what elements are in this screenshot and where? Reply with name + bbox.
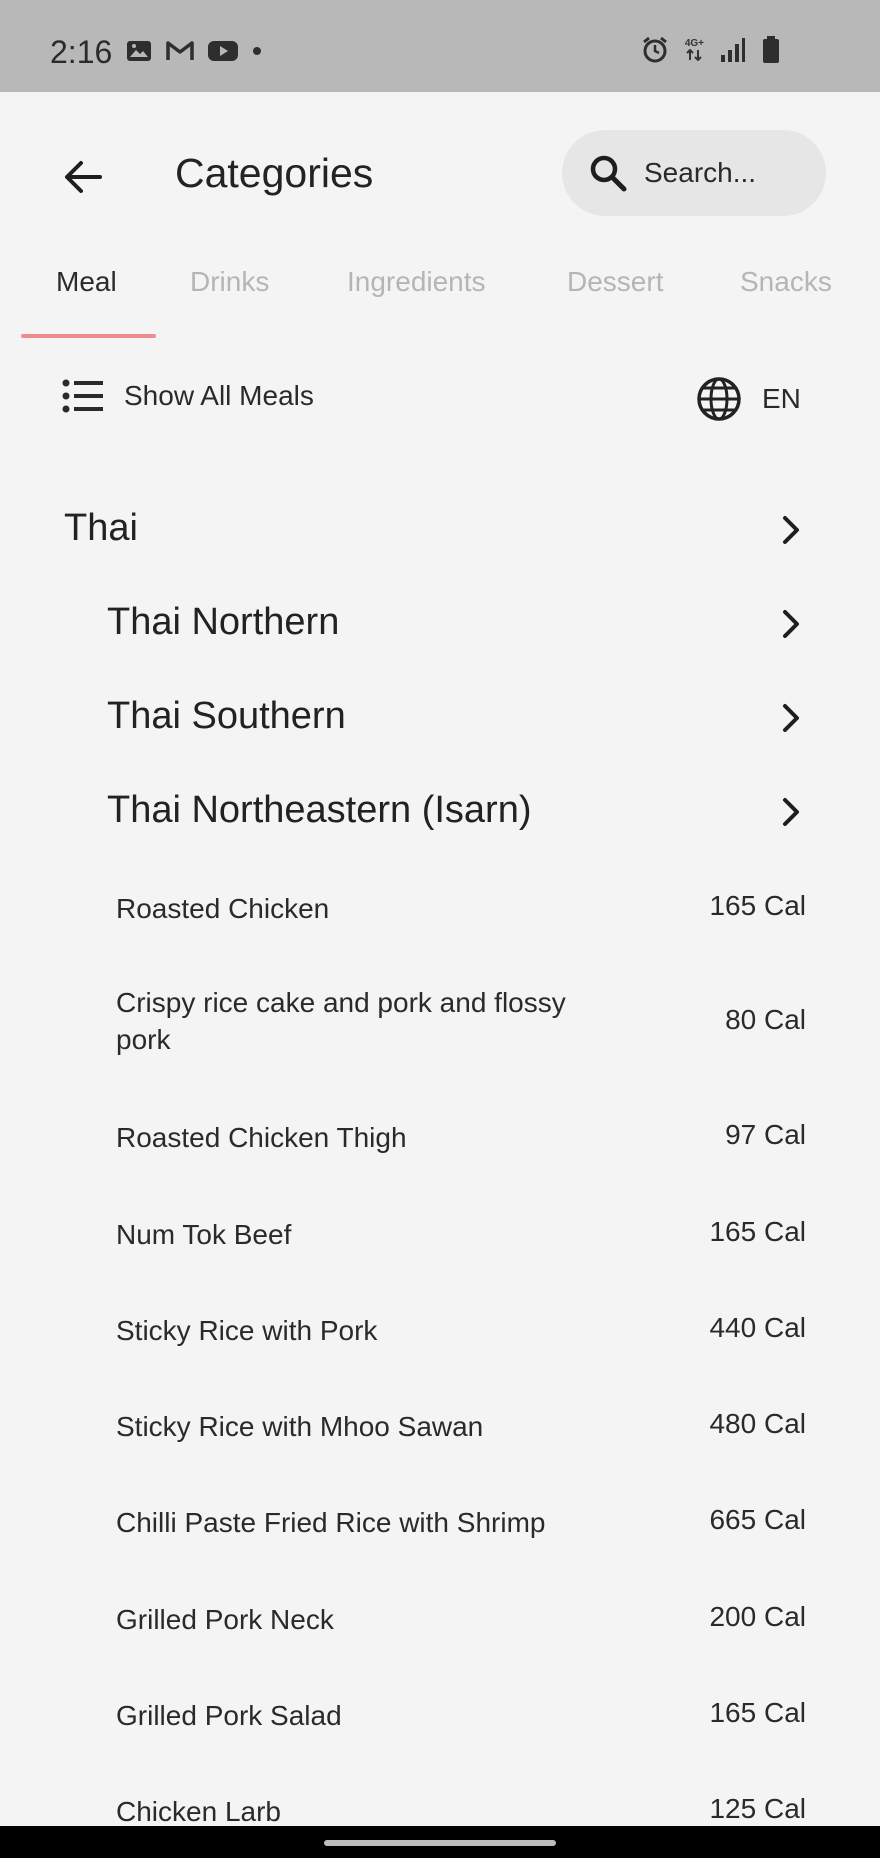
search-icon (590, 155, 627, 192)
subcategory-label: Thai Northern (107, 601, 340, 643)
tab-drinks[interactable]: Drinks (190, 266, 269, 298)
status-bar: 2:16 4G+ (0, 0, 880, 92)
youtube-icon (208, 41, 238, 61)
page-title: Categories (175, 150, 374, 196)
meal-calories: 480 Cal (709, 1408, 806, 1439)
meal-row[interactable]: Roasted Chicken Thigh 97 Cal (0, 1099, 880, 1179)
meal-calories: 165 Cal (709, 890, 806, 921)
dot-icon (253, 47, 261, 55)
app-bar: Categories (0, 92, 880, 254)
meal-name: Sticky Rice with Pork (116, 1315, 378, 1346)
meal-row[interactable]: Chilli Paste Fried Rice with Shrimp 665 … (0, 1484, 880, 1564)
category-row-thai[interactable]: Thai (0, 485, 880, 575)
meal-name: Num Tok Beef (116, 1219, 292, 1250)
status-right-icons: 4G+ (641, 36, 780, 64)
subcategory-row-thai-northeastern[interactable]: Thai Northeastern (Isarn) (0, 767, 880, 857)
chevron-right-icon (783, 704, 799, 732)
tab-ingredients[interactable]: Ingredients (347, 266, 486, 298)
signal-icon (721, 38, 745, 62)
navigation-bar (0, 1826, 880, 1858)
language-label: EN (762, 383, 801, 414)
meal-calories: 440 Cal (709, 1312, 806, 1343)
4g-plus-icon: 4G+ (685, 39, 704, 61)
chevron-right-icon (783, 610, 799, 638)
list-icon (62, 379, 103, 413)
search-bar[interactable] (562, 130, 826, 216)
meal-row[interactable]: Roasted Chicken 165 Cal (0, 870, 880, 950)
show-all-meals-button[interactable]: Show All Meals (62, 378, 314, 414)
subcategory-row-thai-northern[interactable]: Thai Northern (0, 579, 880, 669)
alarm-icon (642, 36, 667, 63)
tab-snacks[interactable]: Snacks (740, 266, 832, 298)
chevron-right-icon (783, 798, 799, 826)
meal-row[interactable]: Num Tok Beef 165 Cal (0, 1196, 880, 1276)
meal-row[interactable]: Chicken Larb 125 Cal (0, 1773, 880, 1826)
meal-name: Grilled Pork Neck (116, 1604, 334, 1635)
tab-dessert[interactable]: Dessert (567, 266, 663, 298)
filter-row: Show All Meals EN (0, 360, 880, 440)
arrow-left-icon (65, 161, 102, 193)
meal-row[interactable]: Grilled Pork Salad 165 Cal (0, 1677, 880, 1757)
category-tabs: Meal Drinks Ingredients Dessert Snacks (0, 254, 880, 338)
language-selector[interactable]: EN (696, 376, 801, 422)
meal-name: Sticky Rice with Mhoo Sawan (116, 1411, 484, 1442)
meal-calories: 125 Cal (709, 1793, 806, 1824)
subcategory-label: Thai Northeastern (Isarn) (107, 789, 532, 831)
home-indicator[interactable] (324, 1840, 556, 1846)
subcategory-row-thai-southern[interactable]: Thai Southern (0, 673, 880, 763)
gmail-icon (166, 41, 194, 60)
meal-calories: 97 Cal (725, 1119, 806, 1150)
meal-name: Roasted Chicken Thigh (116, 1122, 407, 1153)
meal-calories: 165 Cal (709, 1697, 806, 1728)
globe-icon (697, 377, 741, 421)
meal-calories: 200 Cal (709, 1601, 806, 1632)
image-icon (127, 41, 151, 61)
back-button[interactable] (52, 146, 114, 208)
meal-row[interactable]: Sticky Rice with Pork 440 Cal (0, 1292, 880, 1372)
battery-icon (763, 36, 779, 63)
network-label: 4G+ (684, 38, 704, 49)
meal-row[interactable]: Crispy rice cake and pork and flossy por… (0, 966, 880, 1076)
tab-meal[interactable]: Meal (56, 266, 117, 298)
search-input[interactable] (642, 156, 816, 190)
meal-row[interactable]: Grilled Pork Neck 200 Cal (0, 1581, 880, 1661)
tab-indicator (21, 334, 156, 338)
meal-calories: 665 Cal (709, 1504, 806, 1535)
meal-name: Crispy rice cake and pork and flossy por… (116, 987, 566, 1055)
meal-name: Grilled Pork Salad (116, 1700, 342, 1731)
meal-calories: 80 Cal (725, 1004, 806, 1035)
show-all-label: Show All Meals (124, 380, 314, 411)
status-time: 2:16 (50, 34, 113, 70)
meal-name: Roasted Chicken (116, 893, 330, 924)
chevron-right-icon (783, 516, 799, 544)
category-label: Thai (64, 507, 138, 549)
meal-name: Chicken Larb (116, 1796, 281, 1826)
meal-calories: 165 Cal (709, 1216, 806, 1247)
meal-name: Chilli Paste Fried Rice with Shrimp (116, 1507, 546, 1538)
meal-row[interactable]: Sticky Rice with Mhoo Sawan 480 Cal (0, 1388, 880, 1468)
status-left-icons (126, 40, 262, 62)
subcategory-label: Thai Southern (107, 695, 346, 737)
